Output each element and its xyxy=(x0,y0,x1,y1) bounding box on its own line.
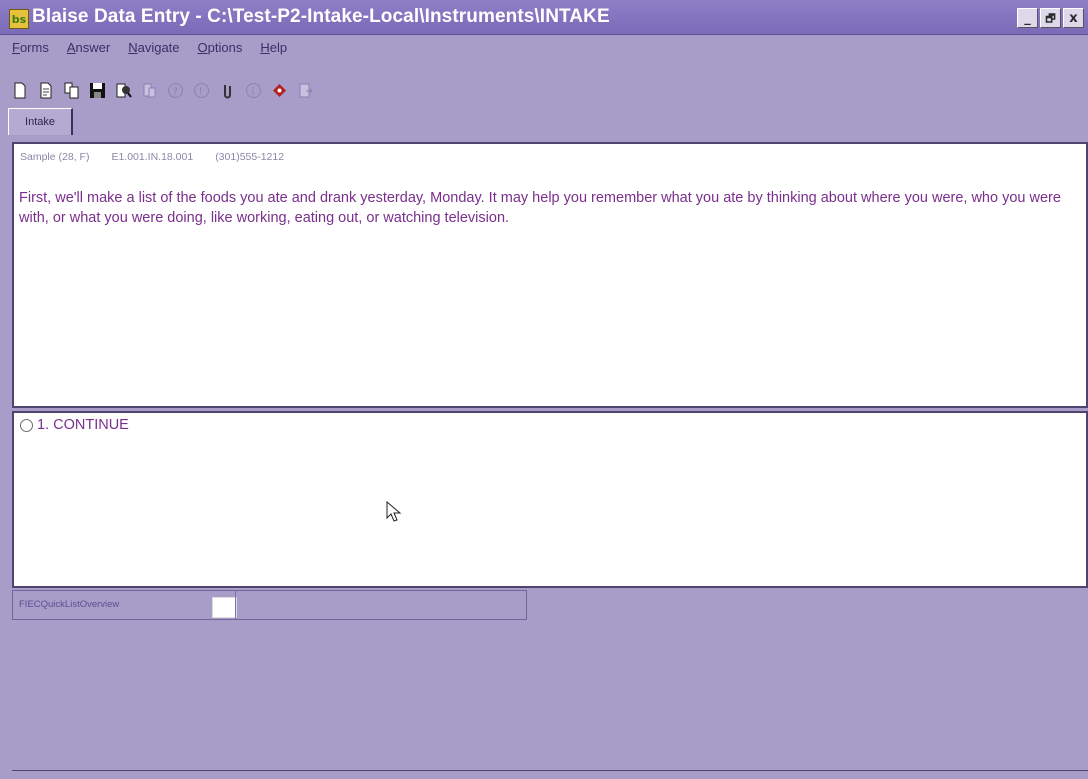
case-info-line: Sample (28, F) E1.001.IN.18.001 (301)555… xyxy=(20,151,284,163)
copy-form-icon[interactable] xyxy=(62,81,81,100)
tab-intake[interactable]: Intake xyxy=(8,108,73,135)
save-icon[interactable] xyxy=(88,81,107,100)
info-circle-icon[interactable]: i xyxy=(244,81,263,100)
answer-panel: 1. CONTINUE xyxy=(12,411,1088,588)
case-id: E1.001.IN.18.001 xyxy=(111,151,194,163)
menu-options[interactable]: Options xyxy=(198,40,243,55)
svg-text:?: ? xyxy=(173,86,178,97)
info-icon[interactable]: ! xyxy=(192,81,211,100)
open-form-icon[interactable] xyxy=(36,81,55,100)
attach-icon[interactable] xyxy=(218,81,237,100)
toolbar: ? ! i xyxy=(10,78,315,102)
answer-option-label: 1. CONTINUE xyxy=(37,417,129,433)
sample-info: Sample (28, F) xyxy=(20,151,90,163)
restore-button[interactable]: 🗗 xyxy=(1040,8,1061,28)
question-text: First, we'll make a list of the foods yo… xyxy=(19,190,1061,226)
find-icon[interactable] xyxy=(114,81,133,100)
field-input[interactable] xyxy=(212,597,237,618)
exit-icon[interactable] xyxy=(296,81,315,100)
menu-bar: Forms Answer Navigate Options Help xyxy=(0,35,1088,59)
lookup-icon[interactable] xyxy=(140,81,159,100)
window-controls: _ 🗗 x xyxy=(1017,8,1084,28)
mouse-pointer-icon xyxy=(386,501,402,522)
help-icon[interactable]: ? xyxy=(166,81,185,100)
field-name-label: FIECQuickListOverview xyxy=(19,599,120,610)
menu-help[interactable]: Help xyxy=(260,40,287,55)
new-form-icon[interactable] xyxy=(10,81,29,100)
minimize-button[interactable]: _ xyxy=(1017,8,1038,28)
window-title: Blaise Data Entry - C:\Test-P2-Intake-Lo… xyxy=(32,6,610,27)
menu-answer[interactable]: Answer xyxy=(67,40,110,55)
remark-icon[interactable] xyxy=(270,81,289,100)
menu-navigate[interactable]: Navigate xyxy=(128,40,179,55)
svg-text:i: i xyxy=(252,86,255,97)
field-bar: FIECQuickListOverview xyxy=(12,590,527,620)
blaise-app-icon[interactable]: bs xyxy=(9,9,29,29)
answer-option-continue[interactable]: 1. CONTINUE xyxy=(20,417,129,433)
question-panel: Sample (28, F) E1.001.IN.18.001 (301)555… xyxy=(12,142,1088,408)
phone-number: (301)555-1212 xyxy=(215,151,285,163)
close-button[interactable]: x xyxy=(1063,8,1084,28)
field-separator xyxy=(235,591,236,619)
radio-icon[interactable] xyxy=(20,418,33,432)
title-bar: bs Blaise Data Entry - C:\Test-P2-Intake… xyxy=(0,0,1088,35)
menu-forms[interactable]: Forms xyxy=(12,40,49,55)
bottom-border xyxy=(12,770,1088,771)
svg-text:!: ! xyxy=(199,86,203,97)
